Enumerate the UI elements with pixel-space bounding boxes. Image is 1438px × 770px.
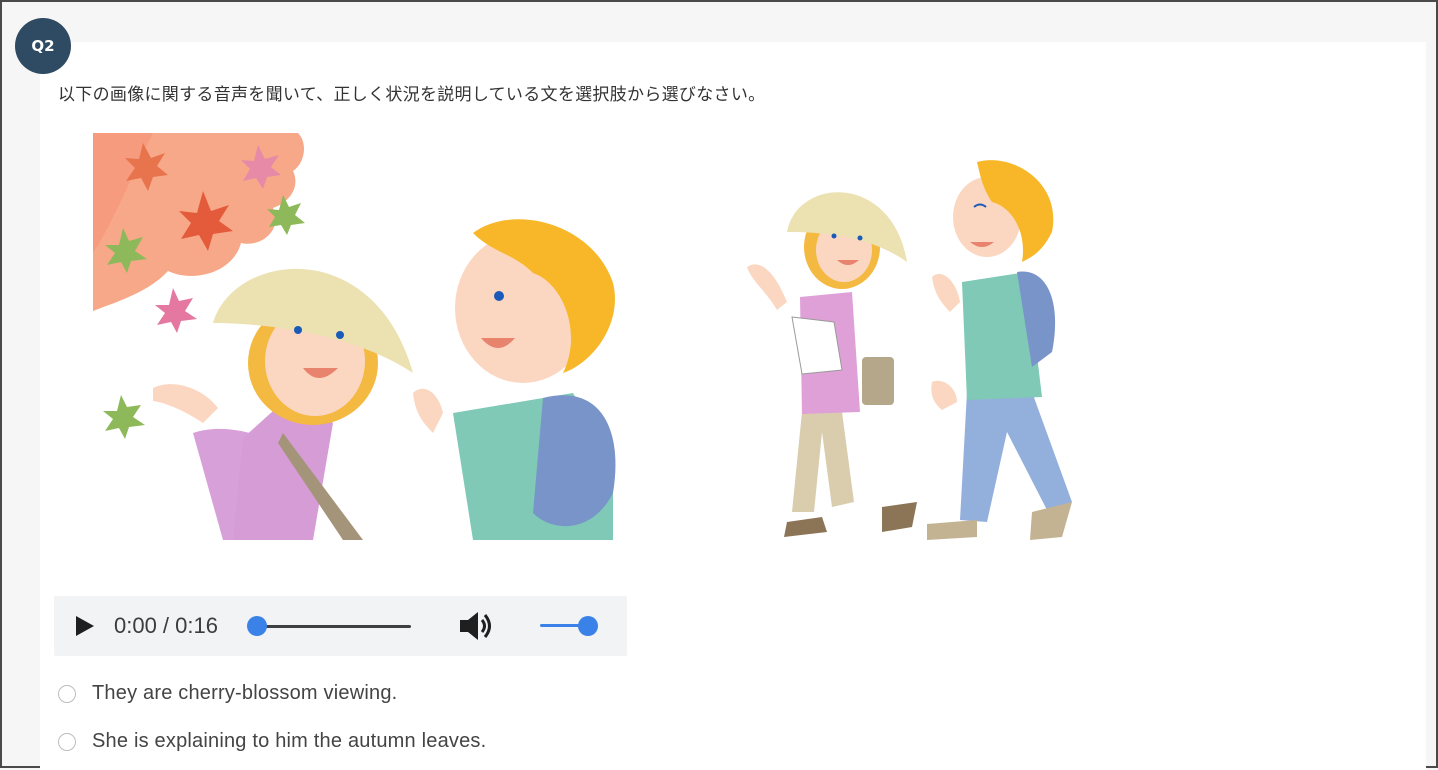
answer-option-1[interactable]: They are cherry-blossom viewing. — [58, 682, 397, 705]
page-frame: Q2 以下の画像に関する音声を聞いて、正しく状況を説明している文を選択肢から選び… — [0, 0, 1438, 770]
audio-time-display: 0:00 / 0:16 — [114, 613, 218, 638]
audio-player: 0:00 / 0:16 — [54, 596, 627, 656]
couple-walking-illustration — [747, 160, 1072, 540]
seek-thumb[interactable] — [247, 616, 267, 636]
radio-button[interactable] — [58, 732, 76, 751]
answer-option-label: They are cherry-blossom viewing. — [92, 682, 398, 704]
audio-seek-slider[interactable] — [247, 616, 411, 636]
question-number-badge: Q2 — [15, 18, 71, 74]
volume-thumb[interactable] — [578, 616, 598, 636]
answer-option-label: She is explaining to him the autumn leav… — [92, 730, 487, 752]
volume-icon[interactable] — [456, 608, 494, 644]
volume-slider[interactable] — [540, 616, 600, 636]
couple-autumn-leaves-illustration — [93, 133, 616, 540]
question-prompt: 以下の画像に関する音声を聞いて、正しく状況を説明している文を選択肢から選びなさい… — [58, 85, 766, 105]
radio-button[interactable] — [58, 684, 76, 703]
play-icon[interactable] — [70, 612, 98, 640]
seek-track — [251, 625, 411, 628]
answer-option-2[interactable]: She is explaining to him the autumn leav… — [58, 730, 486, 753]
question-number: Q2 — [31, 37, 55, 55]
